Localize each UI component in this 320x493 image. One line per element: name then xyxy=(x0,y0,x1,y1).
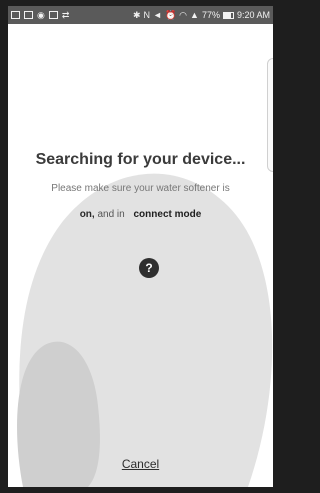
connect-mode-label: connect mode xyxy=(133,209,202,220)
cancel-button[interactable]: Cancel xyxy=(8,457,273,471)
and-in-label: and in xyxy=(94,209,128,220)
on-label: on, xyxy=(79,209,95,220)
instruction-text: Please make sure your water softener is xyxy=(51,183,230,194)
background-blobs xyxy=(17,173,273,487)
question-icon: ? xyxy=(145,261,153,275)
page-title: Searching for your device... xyxy=(35,151,246,168)
instruction-line-2: on, and in connect mode xyxy=(8,209,273,220)
app-screen: ◉ ⇄ ✱ N ◄ ⏰ ◠ ▲ 77% 9:20 AM Searching fo… xyxy=(8,6,273,487)
help-button[interactable]: ? xyxy=(139,258,159,278)
